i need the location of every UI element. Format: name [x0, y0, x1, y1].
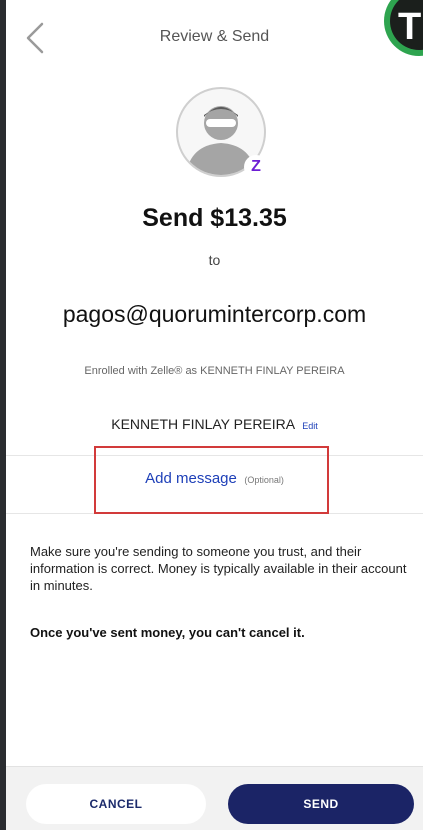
corner-badge-letter: T — [390, 0, 423, 50]
cancel-button[interactable]: CANCEL — [26, 784, 206, 824]
recipient-email: pagos@quorumintercorp.com — [62, 301, 367, 327]
app-screen: Review & Send T Z Send $13.35 to pagos@q… — [6, 0, 423, 830]
zelle-icon: Z — [244, 155, 268, 179]
corner-badge: T — [384, 0, 423, 56]
edit-link[interactable]: Edit — [302, 421, 318, 431]
page-title: Review & Send — [159, 28, 270, 45]
add-message-label: Add message — [145, 470, 237, 487]
recipient-name-row: KENNETH FINLAY PEREIRA Edit — [6, 416, 423, 432]
send-amount: Send $13.35 — [142, 204, 287, 232]
recipient-name: KENNETH FINLAY PEREIRA — [111, 416, 295, 432]
optional-label: (Optional) — [244, 475, 284, 485]
disclaimer-text: Make sure you're sending to someone you … — [30, 544, 407, 593]
enrolled-text: Enrolled with Zelle® as KENNETH FINLAY P… — [84, 365, 345, 377]
send-button[interactable]: SEND — [228, 784, 414, 824]
footer: CANCEL SEND — [6, 766, 423, 830]
warning-text: Once you've sent money, you can't cancel… — [30, 625, 305, 640]
add-message-button[interactable]: Add message (Optional) — [6, 470, 423, 488]
recipient-avatar: Z — [176, 87, 268, 179]
to-label: to — [208, 252, 221, 268]
header: Review & Send T — [6, 0, 423, 78]
